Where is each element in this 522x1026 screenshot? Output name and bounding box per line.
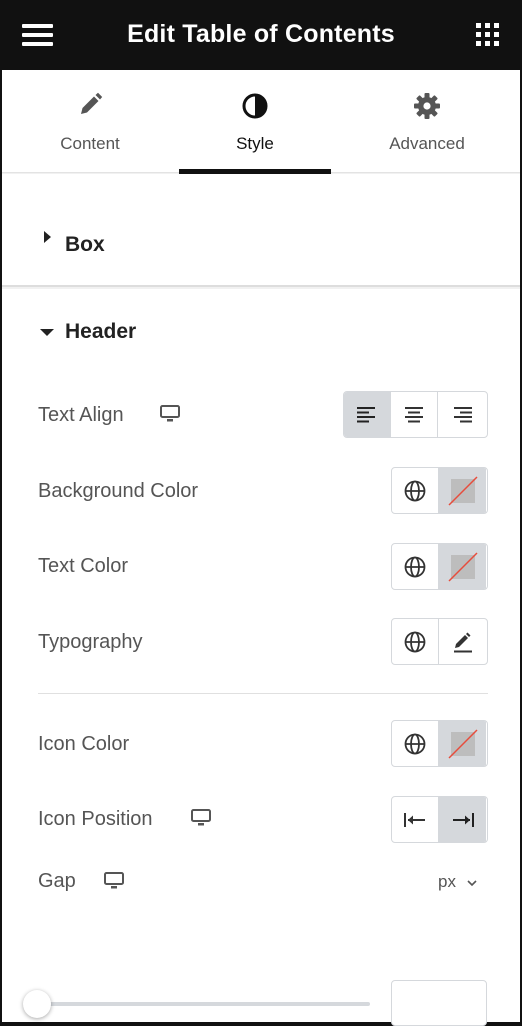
section-title: Box	[65, 233, 105, 256]
grid-icon[interactable]	[476, 23, 499, 46]
tab-content[interactable]: Content	[14, 70, 166, 173]
no-color-swatch-icon	[447, 551, 478, 582]
contrast-icon	[179, 92, 331, 120]
color-picker-button[interactable]	[439, 721, 486, 766]
background-color-label: Background Color	[38, 480, 199, 502]
global-colors-button[interactable]	[392, 544, 439, 589]
gap-label: Gap	[38, 870, 76, 892]
panel-header: Edit Table of Contents	[0, 0, 522, 70]
globe-icon	[404, 480, 426, 501]
icon-color-control	[391, 720, 488, 767]
icon-position-label: Icon Position	[38, 808, 153, 830]
align-center-button[interactable]	[391, 392, 438, 437]
tab-label: Style	[236, 134, 274, 153]
editor-panel: Edit Table of Contents Content Style Adv…	[0, 0, 522, 1026]
section-box-toggle[interactable]: Box	[2, 174, 520, 287]
globe-icon	[404, 733, 426, 754]
no-color-swatch-icon	[447, 475, 478, 506]
color-picker-button[interactable]	[439, 468, 486, 513]
align-left-icon	[357, 406, 375, 422]
arrow-to-left-icon	[404, 812, 425, 827]
align-center-icon	[405, 406, 423, 422]
panel-title: Edit Table of Contents	[127, 20, 395, 48]
tab-style[interactable]: Style	[179, 70, 331, 174]
text-color-label: Text Color	[38, 555, 129, 577]
desktop-icon[interactable]	[104, 872, 124, 890]
text-color-control	[391, 543, 488, 590]
panel-body: Content Style Advanced Box Header Text A…	[2, 70, 520, 1026]
gap-slider-handle[interactable]	[23, 990, 51, 1018]
desktop-icon[interactable]	[191, 809, 211, 827]
globe-icon	[404, 631, 426, 652]
globe-icon	[404, 556, 426, 577]
tab-advanced[interactable]: Advanced	[351, 70, 503, 173]
background-color-control	[391, 467, 488, 514]
no-color-swatch-icon	[447, 728, 478, 759]
edit-typography-button[interactable]	[439, 619, 486, 664]
section-header: Header Text Align Background Color Text …	[2, 289, 520, 1026]
typography-control	[391, 618, 488, 665]
divider	[38, 693, 488, 694]
global-colors-button[interactable]	[392, 721, 439, 766]
tab-label: Content	[60, 134, 120, 153]
text-align-label: Text Align	[38, 404, 124, 426]
gear-icon	[351, 92, 503, 120]
pencil-icon	[453, 632, 472, 652]
pencil-icon	[14, 92, 166, 120]
tab-label: Advanced	[389, 134, 465, 153]
unit-label: px	[438, 872, 456, 891]
section-header-toggle[interactable]: Header	[2, 289, 520, 359]
align-left-button[interactable]	[344, 392, 391, 437]
arrow-to-right-icon	[452, 812, 474, 827]
align-right-button[interactable]	[438, 392, 485, 437]
gap-input[interactable]	[391, 980, 487, 1026]
align-right-icon	[453, 406, 472, 422]
tab-bar: Content Style Advanced	[2, 70, 520, 174]
typography-label: Typography	[38, 631, 143, 653]
gap-slider-track[interactable]	[38, 1002, 370, 1006]
color-picker-button[interactable]	[439, 544, 486, 589]
icon-color-label: Icon Color	[38, 733, 130, 755]
icon-position-control	[391, 796, 488, 843]
caret-right-icon	[44, 231, 51, 243]
section-title: Header	[65, 320, 137, 343]
icon-position-before-button[interactable]	[392, 797, 439, 842]
unit-selector[interactable]: px	[438, 872, 477, 892]
icon-position-after-button[interactable]	[439, 797, 486, 842]
global-fonts-button[interactable]	[392, 619, 439, 664]
chevron-down-icon	[467, 872, 477, 892]
desktop-icon[interactable]	[160, 405, 180, 423]
caret-down-icon	[40, 329, 54, 336]
text-align-control	[343, 391, 488, 438]
global-colors-button[interactable]	[392, 468, 439, 513]
